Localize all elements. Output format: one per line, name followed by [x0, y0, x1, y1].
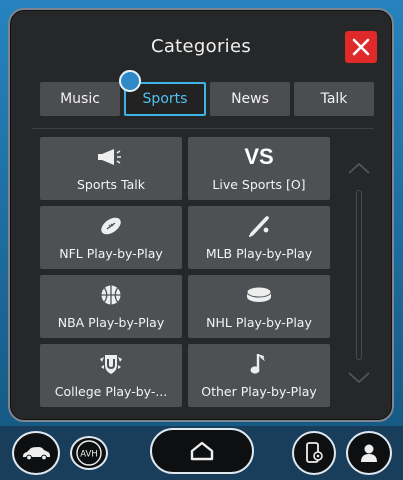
tile-other[interactable]: Other Play-by-Play	[188, 344, 330, 407]
tile-label: College Play-by-...	[54, 384, 168, 399]
close-icon	[352, 38, 370, 56]
tile-label: NFL Play-by-Play	[59, 246, 163, 261]
divider	[32, 128, 374, 129]
megaphone-icon	[98, 149, 121, 165]
home-icon	[190, 441, 214, 461]
scroll-up-icon[interactable]	[345, 160, 373, 176]
football-icon	[101, 217, 121, 235]
tile-nfl[interactable]: NFL Play-by-Play	[40, 206, 182, 269]
tab-news[interactable]: News	[210, 82, 290, 116]
vs-icon: VS	[244, 144, 274, 169]
user-icon	[361, 444, 377, 462]
tab-label: Sports	[142, 91, 188, 107]
basketball-icon	[101, 285, 121, 305]
tile-label: NBA Play-by-Play	[57, 315, 165, 330]
tile-label: NHL Play-by-Play	[206, 315, 312, 330]
categories-dialog: Categories Music Sports News Talk Sports…	[8, 8, 394, 422]
close-button[interactable]	[345, 31, 377, 63]
tile-nhl[interactable]: NHL Play-by-Play	[188, 275, 330, 338]
tab-label: Talk	[320, 91, 348, 107]
tile-label: MLB Play-by-Play	[205, 246, 313, 261]
tile-nba[interactable]: NBA Play-by-Play	[40, 275, 182, 338]
tab-label: News	[231, 91, 269, 107]
tile-mlb[interactable]: MLB Play-by-Play	[188, 206, 330, 269]
phone-settings-icon	[306, 442, 323, 463]
avh-button[interactable]: AVH	[70, 436, 108, 470]
tab-sports[interactable]: Sports	[119, 70, 206, 116]
scroll-down-icon[interactable]	[345, 370, 373, 386]
tile-label: Sports Talk	[77, 177, 145, 192]
tab-label: Music	[60, 91, 100, 107]
category-grid: Sports Talk VS Live Sports [O] NFL Play-…	[40, 137, 330, 412]
screen: Categories Music Sports News Talk Sports…	[0, 0, 403, 480]
college-shield-icon	[100, 355, 122, 374]
tile-label: Other Play-by-Play	[201, 384, 317, 399]
home-button[interactable]	[150, 428, 254, 474]
svg-text:AVH: AVH	[80, 450, 97, 460]
tab-talk[interactable]: Talk	[294, 82, 374, 116]
profile-button[interactable]	[346, 431, 392, 475]
dialog-title: Categories	[150, 36, 252, 57]
bottom-bar: AVH	[0, 426, 403, 480]
drag-handle-dot[interactable]	[119, 70, 141, 92]
baseball-bat-icon	[249, 216, 269, 237]
scrollbar[interactable]	[356, 190, 362, 360]
hockey-puck-icon	[246, 286, 272, 302]
vehicle-button[interactable]	[12, 431, 60, 475]
music-note-icon	[250, 354, 265, 374]
avh-icon: AVH	[76, 440, 102, 466]
car-icon	[23, 447, 50, 461]
category-tabs: Music Sports News Talk	[40, 70, 380, 116]
tile-sports-talk[interactable]: Sports Talk	[40, 137, 182, 200]
tile-live-sports[interactable]: VS Live Sports [O]	[188, 137, 330, 200]
tile-college[interactable]: College Play-by-...	[40, 344, 182, 407]
phone-settings-button[interactable]	[292, 431, 336, 475]
tile-label: Live Sports [O]	[212, 177, 306, 192]
tab-music[interactable]: Music	[40, 82, 120, 116]
